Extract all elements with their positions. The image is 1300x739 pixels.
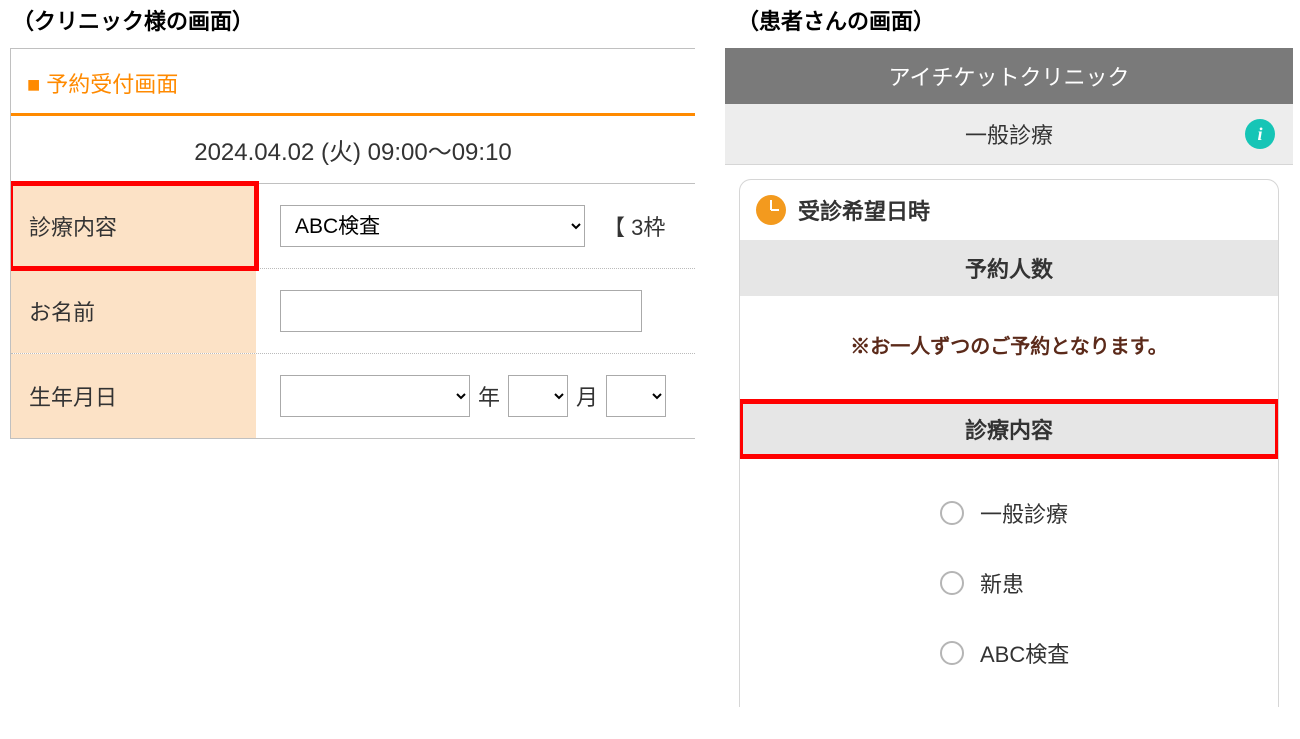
clock-icon <box>756 195 786 225</box>
clinic-panel: （クリニック様の画面） ■予約受付画面 2024.04.02 (火) 09:00… <box>0 0 695 739</box>
radio-label: 新患 <box>980 567 1024 599</box>
cell-birth: 年 月 <box>256 354 695 438</box>
patient-header: アイチケットクリニック <box>725 48 1293 104</box>
patient-panel-title: （患者さんの画面） <box>725 0 1293 48</box>
label-birth: 生年月日 <box>11 354 256 438</box>
radio-option[interactable]: 一般診療 <box>940 497 1248 529</box>
row-content: 診療内容 ABC検査 【 3枠 <box>11 184 695 269</box>
radio-option[interactable]: ABC検査 <box>940 637 1248 669</box>
radio-icon <box>940 641 964 665</box>
radio-label: ABC検査 <box>980 637 1069 669</box>
select-day[interactable] <box>606 375 666 417</box>
square-icon: ■ <box>27 72 40 97</box>
select-year[interactable] <box>280 375 470 417</box>
section-desired-datetime-label: 受診希望日時 <box>798 194 930 226</box>
slots-text: 【 3枠 <box>603 210 665 242</box>
datetime-row: 2024.04.02 (火) 09:00〜09:10 <box>11 116 695 184</box>
month-suffix: 月 <box>576 380 598 412</box>
count-band: 予約人数 <box>740 240 1278 296</box>
content-band: 診療内容 <box>740 401 1278 457</box>
clinic-panel-title: （クリニック様の画面） <box>0 0 695 48</box>
select-content[interactable]: ABC検査 <box>280 205 585 247</box>
note: ※お一人ずつのご予約となります。 <box>740 296 1278 401</box>
radio-icon <box>940 501 964 525</box>
row-birth: 生年月日 年 月 <box>11 354 695 438</box>
cell-name <box>256 269 695 353</box>
radio-list: 一般診療 新患 ABC検査 <box>740 457 1278 669</box>
row-name: お名前 <box>11 269 695 354</box>
radio-icon <box>940 571 964 595</box>
reservation-title: 予約受付画面 <box>46 72 178 97</box>
section-desired-datetime: 受診希望日時 <box>740 180 1278 240</box>
patient-inner-frame: 受診希望日時 予約人数 ※お一人ずつのご予約となります。 診療内容 一般診療 新… <box>739 179 1279 707</box>
radio-option[interactable]: 新患 <box>940 567 1248 599</box>
clinic-box: ■予約受付画面 2024.04.02 (火) 09:00〜09:10 診療内容 … <box>10 48 695 439</box>
year-suffix: 年 <box>478 380 500 412</box>
patient-subheader: 一般診療 <box>965 118 1053 150</box>
patient-subheader-bar: 一般診療 i <box>725 104 1293 165</box>
input-name[interactable] <box>280 290 642 332</box>
info-icon[interactable]: i <box>1245 119 1275 149</box>
reservation-title-row: ■予約受付画面 <box>11 49 695 116</box>
patient-box: アイチケットクリニック 一般診療 i 受診希望日時 予約人数 ※お一人ずつのご予… <box>725 48 1293 707</box>
label-content: 診療内容 <box>11 184 256 268</box>
cell-content: ABC検査 【 3枠 <box>256 184 695 268</box>
label-name: お名前 <box>11 269 256 353</box>
radio-label: 一般診療 <box>980 497 1068 529</box>
patient-panel: （患者さんの画面） アイチケットクリニック 一般診療 i 受診希望日時 予約人数… <box>725 0 1293 739</box>
select-month[interactable] <box>508 375 568 417</box>
